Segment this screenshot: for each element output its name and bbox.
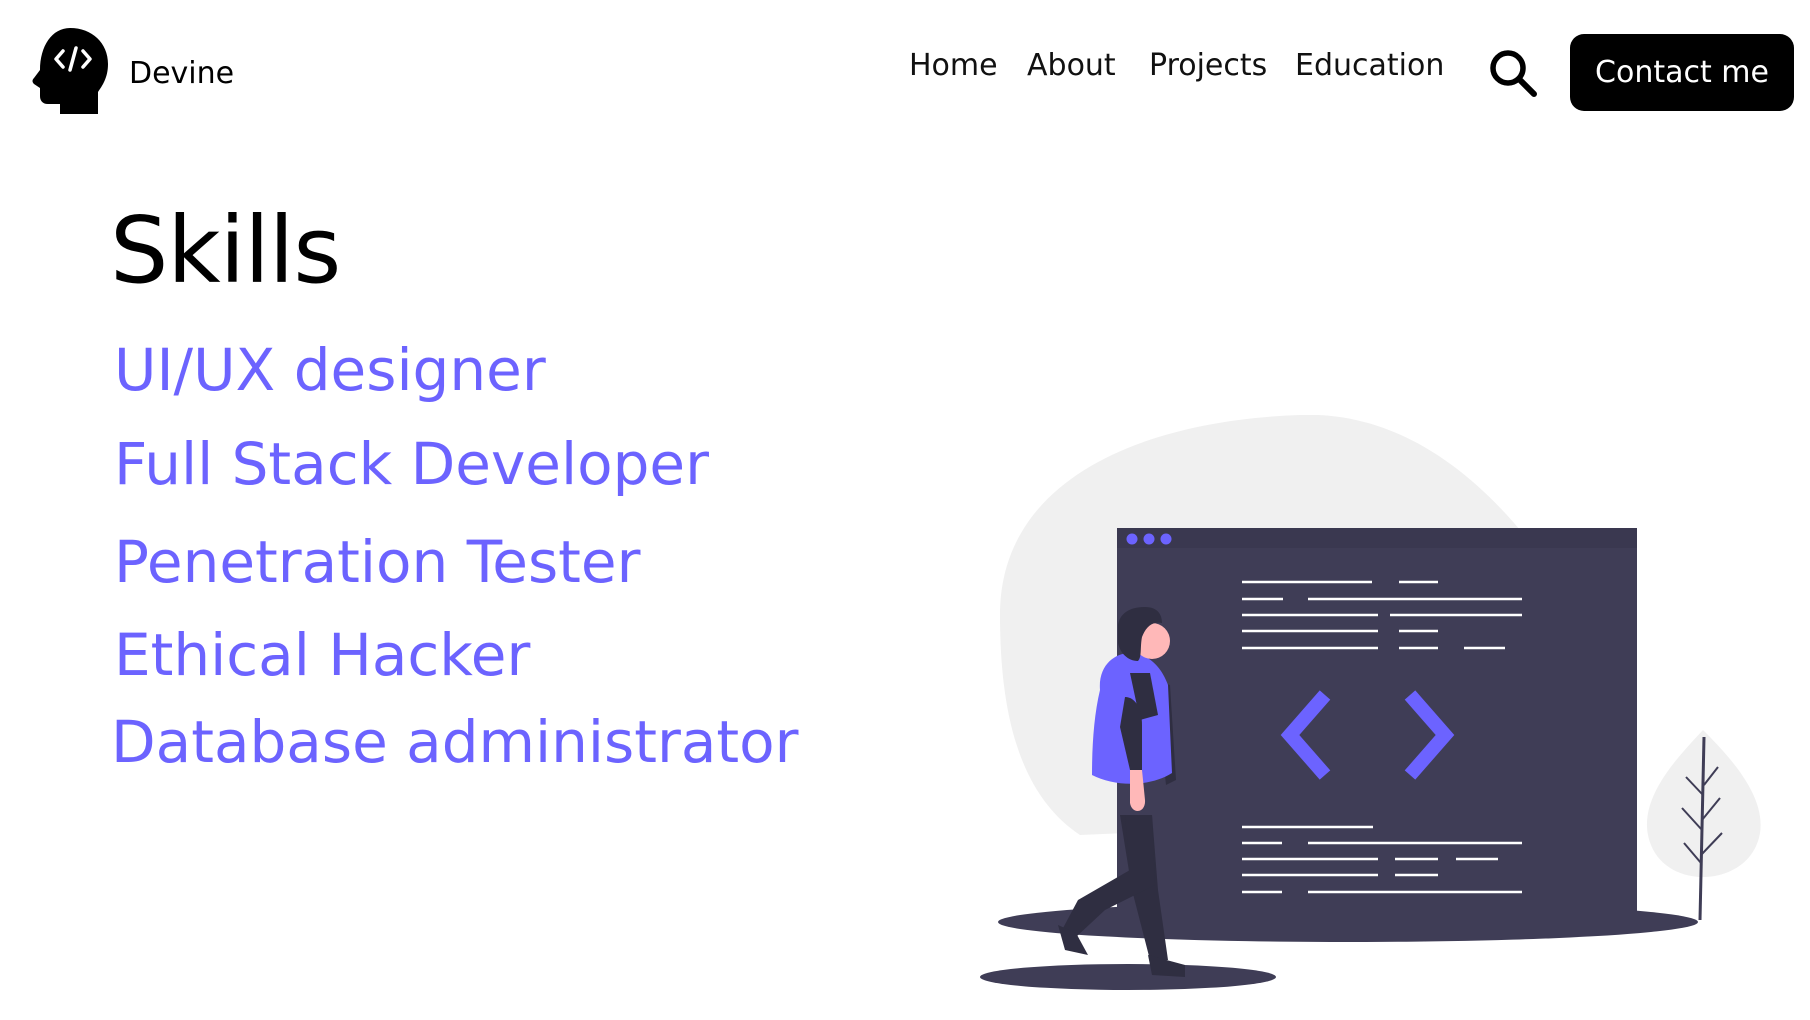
- nav-home[interactable]: Home: [909, 48, 998, 83]
- brand-name[interactable]: Devine: [129, 56, 234, 91]
- nav-education[interactable]: Education: [1295, 48, 1444, 83]
- skill-item: Ethical Hacker: [114, 621, 531, 689]
- contact-button[interactable]: Contact me: [1570, 34, 1794, 111]
- code-window: [1117, 528, 1637, 918]
- coding-illustration: [980, 415, 1761, 990]
- ground-shadow: [980, 964, 1276, 990]
- head-code-icon: [32, 28, 108, 114]
- search-icon[interactable]: [1488, 48, 1540, 100]
- plant-icon: [1646, 730, 1761, 921]
- skills-title: Skills: [110, 197, 341, 304]
- skill-item: Full Stack Developer: [114, 430, 709, 498]
- skill-item: Penetration Tester: [114, 528, 641, 596]
- nav-about[interactable]: About: [1027, 48, 1116, 83]
- skill-item: UI/UX designer: [114, 336, 546, 404]
- nav-projects[interactable]: Projects: [1149, 48, 1267, 83]
- skill-item: Database administrator: [111, 708, 799, 776]
